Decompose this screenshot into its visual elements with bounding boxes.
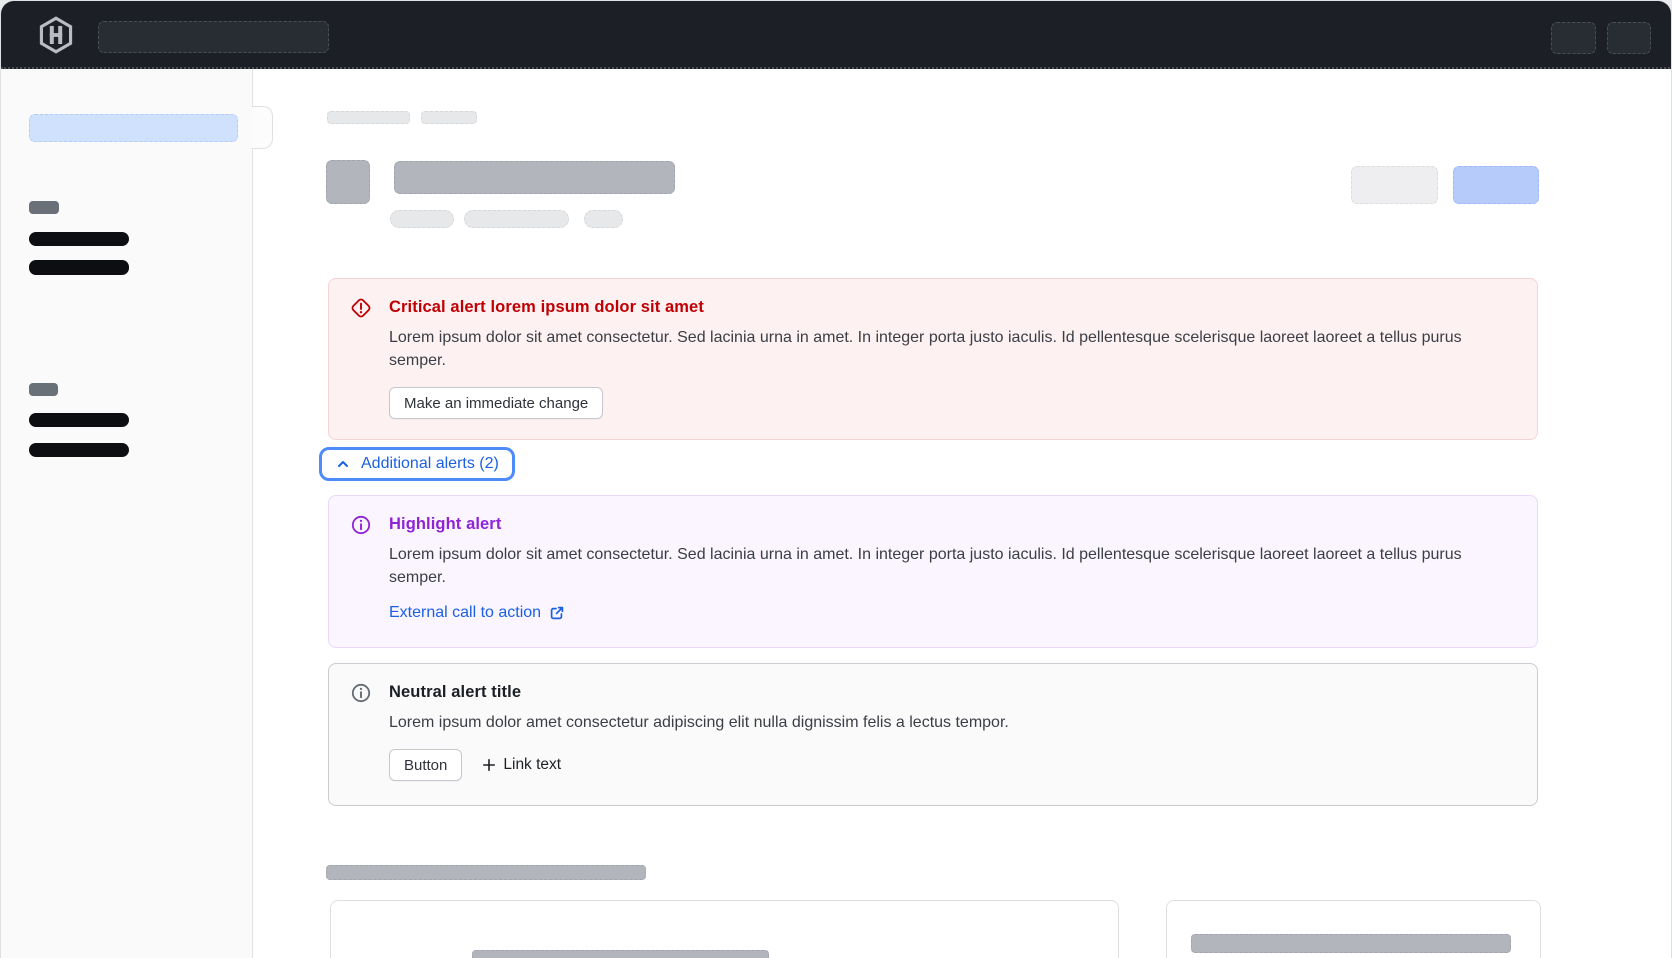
tag-placeholder	[464, 210, 569, 228]
hashicorp-logo-icon	[37, 16, 75, 54]
info-icon	[349, 681, 373, 705]
info-icon	[349, 513, 373, 537]
header-primary-button-placeholder[interactable]	[1453, 166, 1539, 204]
neutral-alert-banner: Neutral alert title Lorem ipsum dolor am…	[328, 663, 1538, 806]
neutral-alert-title: Neutral alert title	[389, 683, 1517, 702]
page-icon-placeholder	[326, 160, 370, 204]
immediate-change-button[interactable]: Make an immediate change	[389, 387, 603, 419]
app-window: Critical alert lorem ipsum dolor sit ame…	[0, 0, 1672, 958]
highlight-alert-body: Lorem ipsum dolor sit amet consectetur. …	[389, 543, 1517, 589]
breadcrumb-placeholder[interactable]	[421, 111, 477, 124]
sidebar-flyout-handle[interactable]	[252, 106, 273, 149]
header-secondary-button-placeholder[interactable]	[1351, 166, 1438, 204]
plus-icon	[482, 758, 496, 772]
nav-action-placeholder-1[interactable]	[1551, 22, 1596, 54]
page-title-placeholder	[394, 161, 675, 194]
tag-placeholder	[584, 210, 623, 228]
chevron-up-icon	[335, 456, 351, 472]
sidebar-section-label-placeholder	[29, 201, 59, 214]
external-link-icon	[549, 605, 565, 621]
additional-alerts-label: Additional alerts (2)	[361, 455, 499, 473]
critical-alert-title: Critical alert lorem ipsum dolor sit ame…	[389, 298, 1517, 317]
sidebar-item-placeholder[interactable]	[29, 260, 129, 275]
sidebar-active-item-placeholder[interactable]	[29, 114, 238, 142]
link-text-label: Link text	[503, 756, 561, 774]
breadcrumb-placeholder[interactable]	[327, 111, 410, 124]
highlight-alert-banner: Highlight alert Lorem ipsum dolor sit am…	[328, 495, 1538, 648]
tag-placeholder	[390, 210, 454, 228]
external-call-to-action-link[interactable]: External call to action	[389, 604, 565, 622]
neutral-alert-button[interactable]: Button	[389, 749, 462, 781]
sidebar-item-placeholder[interactable]	[29, 232, 129, 246]
add-link-text-link[interactable]: Link text	[482, 756, 561, 774]
additional-alerts-toggle[interactable]: Additional alerts (2)	[319, 447, 515, 481]
neutral-alert-body: Lorem ipsum dolor amet consectetur adipi…	[389, 711, 1517, 734]
highlight-alert-title: Highlight alert	[389, 515, 1517, 534]
top-navbar	[1, 1, 1672, 69]
nav-search-placeholder[interactable]	[98, 21, 329, 53]
external-link-label: External call to action	[389, 604, 541, 622]
card-content-placeholder	[472, 950, 769, 958]
sidebar-item-placeholder[interactable]	[29, 413, 129, 427]
card-content-placeholder	[1191, 934, 1511, 953]
nav-action-placeholder-2[interactable]	[1607, 22, 1651, 54]
critical-alert-banner: Critical alert lorem ipsum dolor sit ame…	[328, 278, 1538, 440]
sidebar-section-label-placeholder	[29, 383, 58, 396]
section-title-placeholder	[326, 865, 646, 880]
critical-alert-body: Lorem ipsum dolor sit amet consectetur. …	[389, 326, 1517, 372]
sidebar-item-placeholder[interactable]	[29, 443, 129, 457]
alert-diamond-icon	[349, 296, 373, 320]
